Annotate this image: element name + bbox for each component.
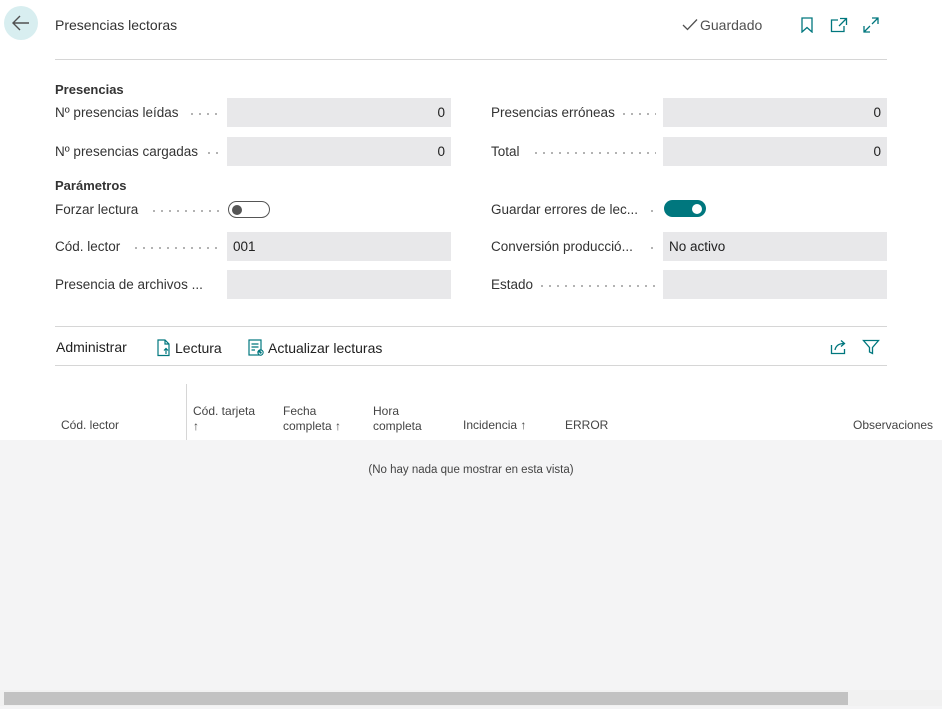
column-header-observaciones[interactable]: Observaciones (853, 418, 933, 433)
estado-label: Estado (491, 277, 534, 292)
toggle-knob (692, 203, 702, 214)
total-value: 0 (663, 137, 887, 166)
presencias-erroneas-label: Presencias erróneas (491, 105, 615, 120)
conversion-produccion-select[interactable]: No activo (663, 232, 887, 261)
conversion-produccion-label: Conversión producció... (491, 239, 633, 254)
column-header-error[interactable]: ERROR (565, 418, 608, 433)
dots-leader (150, 210, 220, 212)
saved-status: Guardado (682, 17, 762, 33)
arrow-left-icon (12, 15, 29, 31)
actions-top-divider (55, 326, 887, 327)
dots-leader (538, 285, 656, 287)
dots-leader (648, 247, 656, 249)
column-header-text: ERROR (565, 418, 609, 432)
presencias-cargadas-label: Nº presencias cargadas (55, 144, 199, 159)
open-new-window-button[interactable] (829, 15, 849, 35)
dots-leader (648, 210, 656, 212)
dots-leader (188, 113, 220, 115)
cod-lector-input[interactable]: 001 (227, 232, 451, 261)
column-header-text: Observaciones (853, 418, 934, 432)
column-header-text: Fecha (283, 404, 317, 418)
dots-leader (205, 152, 221, 154)
column-header-incidencia[interactable]: Incidencia ↑ (463, 418, 526, 433)
back-button[interactable] (4, 6, 38, 40)
expand-button[interactable] (861, 15, 881, 35)
dots-leader (620, 113, 656, 115)
section-parametros-title: Parámetros (55, 178, 127, 193)
presencias-leidas-value: 0 (227, 98, 451, 127)
presencia-archivos-label: Presencia de archivos ... (55, 277, 203, 292)
total-label: Total (491, 144, 520, 159)
presencias-leidas-label: Nº presencias leídas (55, 105, 179, 120)
column-header-text: Hora (373, 404, 400, 418)
section-presencias-title: Presencias (55, 82, 124, 97)
refresh-document-icon (248, 339, 264, 356)
filter-icon (862, 339, 880, 355)
table-body (0, 440, 942, 709)
horizontal-scrollbar-thumb[interactable] (4, 692, 848, 705)
column-header-text: Incidencia ↑ (463, 418, 527, 432)
page-title: Presencias lectoras (55, 17, 178, 33)
column-header-sort-indicator: ↑ (193, 419, 199, 433)
column-header-cod-tarjeta[interactable]: Cód. tarjeta ↑ (193, 404, 255, 434)
column-header-fecha-completa[interactable]: Fecha completa ↑ (283, 404, 341, 434)
open-new-window-icon (830, 17, 848, 33)
empty-table-message: (No hay nada que mostrar en esta vista) (368, 464, 574, 476)
lectura-label: Lectura (175, 340, 222, 356)
actualizar-lecturas-label: Actualizar lecturas (268, 340, 383, 356)
cod-lector-label: Cód. lector (55, 239, 121, 254)
presencia-archivos-input[interactable] (227, 270, 451, 299)
header-divider (55, 59, 887, 60)
administrar-menu[interactable]: Administrar (56, 339, 127, 355)
bookmark-button[interactable] (797, 15, 817, 35)
guardar-errores-label: Guardar errores de lec... (491, 202, 639, 217)
guardar-errores-toggle[interactable] (664, 200, 706, 217)
actualizar-lecturas-button[interactable]: Actualizar lecturas (248, 339, 382, 357)
forzar-lectura-toggle[interactable] (228, 201, 270, 218)
presencias-cargadas-value: 0 (227, 137, 451, 166)
column-header-text: completa (373, 419, 422, 433)
expand-icon (863, 17, 879, 33)
share-icon (830, 340, 846, 355)
share-button[interactable] (829, 337, 849, 357)
filter-button[interactable] (861, 337, 881, 357)
estado-value (663, 270, 887, 299)
lectura-button[interactable]: Lectura (156, 339, 222, 357)
document-arrow-icon (157, 339, 170, 357)
checkmark-icon (682, 19, 698, 31)
bookmark-icon (801, 17, 813, 33)
saved-status-label: Guardado (700, 17, 763, 33)
dots-leader (132, 247, 220, 249)
administrar-label: Administrar (56, 339, 127, 355)
column-header-cod-lector[interactable]: Cód. lector (61, 418, 119, 433)
actions-bottom-divider (55, 365, 887, 366)
dots-leader (532, 152, 656, 154)
column-header-text: completa ↑ (283, 419, 342, 433)
column-header-text: Cód. tarjeta (193, 404, 256, 418)
presencias-erroneas-value: 0 (663, 98, 887, 127)
forzar-lectura-label: Forzar lectura (55, 202, 139, 217)
column-header-hora-completa[interactable]: Hora completa (373, 404, 422, 434)
toggle-knob (232, 204, 242, 215)
column-separator (186, 384, 187, 440)
column-header-text: Cód. lector (61, 418, 120, 432)
